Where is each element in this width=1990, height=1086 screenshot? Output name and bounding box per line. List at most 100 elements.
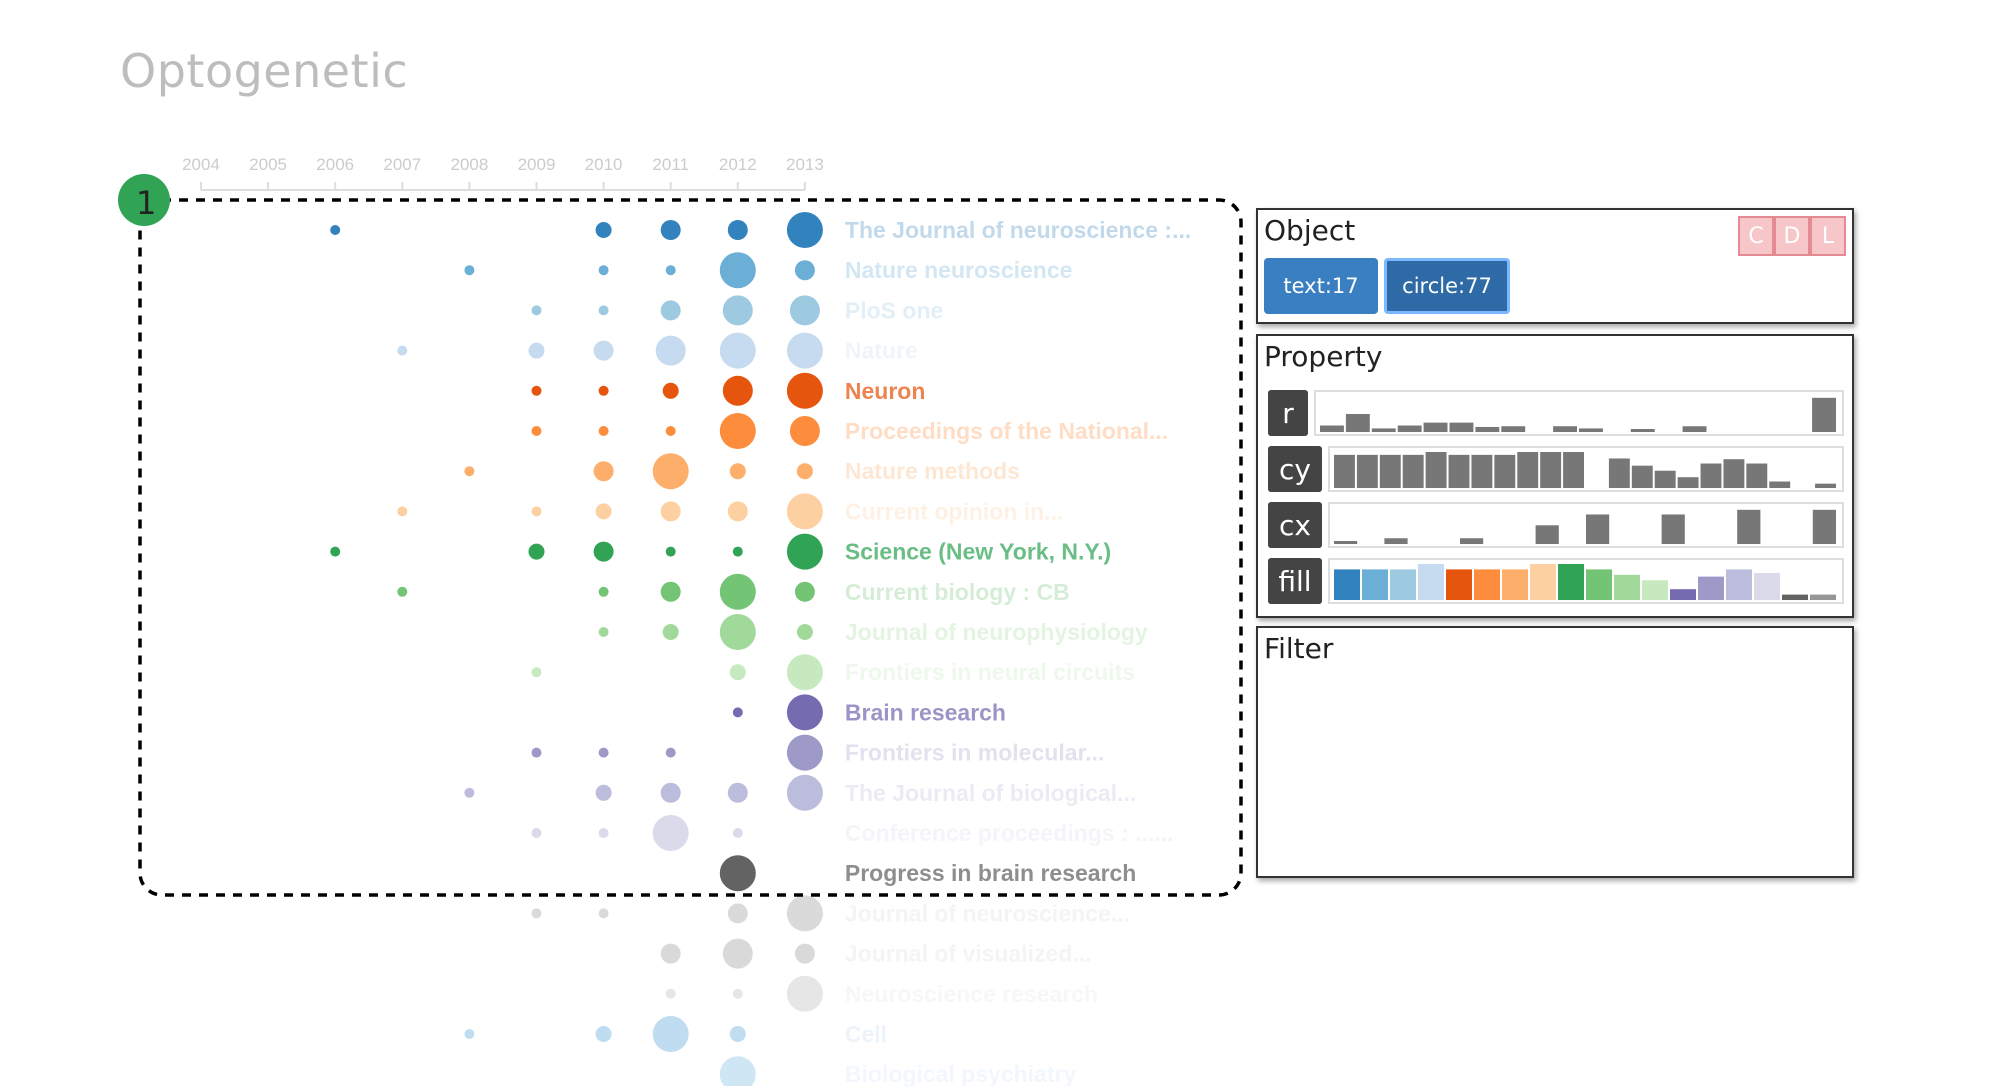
histogram-bar[interactable] xyxy=(1553,426,1577,432)
histogram-bar[interactable] xyxy=(1661,514,1685,544)
data-point[interactable] xyxy=(789,416,820,446)
histogram-bar[interactable] xyxy=(1356,454,1378,488)
data-point[interactable] xyxy=(722,295,753,326)
data-point[interactable] xyxy=(732,707,743,718)
histogram-bar[interactable] xyxy=(1475,426,1500,432)
journal-label[interactable]: Biological psychiatry xyxy=(845,1061,1077,1086)
journal-label[interactable]: Proceedings of the National... xyxy=(845,418,1168,444)
histogram-bar[interactable] xyxy=(1418,564,1444,600)
histogram-bar[interactable] xyxy=(1384,538,1408,544)
data-point[interactable] xyxy=(397,345,408,356)
data-point[interactable] xyxy=(786,372,823,409)
histogram-bar[interactable] xyxy=(1815,483,1836,488)
journal-label[interactable]: Frontiers in neural circuits xyxy=(845,659,1135,685)
data-point[interactable] xyxy=(593,340,614,361)
histogram-bar[interactable] xyxy=(1700,463,1722,488)
data-point[interactable] xyxy=(528,543,545,560)
data-point[interactable] xyxy=(531,305,542,316)
histogram-bar[interactable] xyxy=(1448,454,1470,488)
histogram-bar[interactable] xyxy=(1726,569,1752,600)
histogram-bar[interactable] xyxy=(1402,454,1424,488)
histogram-bar[interactable] xyxy=(1474,569,1500,600)
data-point[interactable] xyxy=(719,332,756,369)
data-point[interactable] xyxy=(660,220,681,240)
histogram-bar[interactable] xyxy=(1682,426,1707,432)
histogram-bar[interactable] xyxy=(1334,541,1358,544)
data-point[interactable] xyxy=(722,938,753,969)
data-point[interactable] xyxy=(719,855,756,892)
property-r-histogram[interactable] xyxy=(1314,390,1844,436)
data-point[interactable] xyxy=(794,581,815,602)
histogram-bar[interactable] xyxy=(1670,589,1696,600)
journal-label[interactable]: Journal of neuroscience... xyxy=(845,900,1130,926)
histogram-bar[interactable] xyxy=(1642,580,1668,600)
data-point[interactable] xyxy=(660,501,681,522)
histogram-bar[interactable] xyxy=(1425,452,1447,488)
data-point[interactable] xyxy=(662,624,679,640)
journal-label[interactable]: Conference proceedings : ...... xyxy=(845,820,1173,846)
data-point[interactable] xyxy=(786,654,823,691)
data-point[interactable] xyxy=(531,747,542,758)
d-button[interactable]: D xyxy=(1774,216,1810,256)
histogram-bar[interactable] xyxy=(1614,574,1640,600)
journal-label[interactable]: Journal of visualized... xyxy=(845,941,1092,967)
histogram-bar[interactable] xyxy=(1631,465,1653,488)
data-point[interactable] xyxy=(598,586,609,597)
journal-label[interactable]: Nature xyxy=(845,338,918,364)
data-point[interactable] xyxy=(598,385,609,396)
histogram-bar[interactable] xyxy=(1334,454,1355,488)
data-point[interactable] xyxy=(598,627,609,637)
data-point[interactable] xyxy=(531,426,542,436)
histogram-bar[interactable] xyxy=(1769,481,1791,488)
histogram-bar[interactable] xyxy=(1782,594,1808,600)
data-point[interactable] xyxy=(662,382,679,399)
data-point[interactable] xyxy=(660,300,681,321)
histogram-bar[interactable] xyxy=(1608,458,1630,488)
data-point[interactable] xyxy=(531,506,542,517)
data-point[interactable] xyxy=(789,295,820,326)
property-cy-label[interactable]: cy xyxy=(1268,446,1322,492)
data-point[interactable] xyxy=(598,305,609,316)
histogram-bar[interactable] xyxy=(1494,454,1516,488)
data-point[interactable] xyxy=(796,624,813,640)
data-point[interactable] xyxy=(727,903,748,924)
histogram-bar[interactable] xyxy=(1371,428,1396,432)
property-cx-histogram[interactable] xyxy=(1328,502,1844,548)
histogram-bar[interactable] xyxy=(1390,569,1416,600)
histogram-bar[interactable] xyxy=(1449,422,1474,432)
histogram-bar[interactable] xyxy=(1563,452,1584,488)
data-point[interactable] xyxy=(531,385,542,396)
histogram-bar[interactable] xyxy=(1812,509,1836,544)
data-point[interactable] xyxy=(719,252,756,289)
data-point[interactable] xyxy=(464,1029,475,1039)
histogram-bar[interactable] xyxy=(1737,509,1761,544)
data-point[interactable] xyxy=(665,747,676,758)
journal-label[interactable]: Neuron xyxy=(845,378,926,404)
journal-label[interactable]: Nature methods xyxy=(845,458,1020,484)
data-point[interactable] xyxy=(330,546,341,557)
data-point[interactable] xyxy=(652,815,689,851)
property-fill-label[interactable]: fill xyxy=(1268,558,1322,604)
property-fill-histogram[interactable] xyxy=(1328,558,1844,604)
data-point[interactable] xyxy=(531,667,542,678)
data-point[interactable] xyxy=(786,734,823,771)
journal-label[interactable]: Frontiers in molecular... xyxy=(845,740,1104,766)
data-point[interactable] xyxy=(719,413,756,449)
data-point[interactable] xyxy=(593,541,614,562)
data-point[interactable] xyxy=(727,782,748,803)
data-point[interactable] xyxy=(397,586,408,597)
data-point[interactable] xyxy=(786,774,823,811)
data-point[interactable] xyxy=(719,614,756,650)
data-point[interactable] xyxy=(397,506,408,517)
journal-label[interactable]: Neuroscience research xyxy=(845,981,1098,1007)
histogram-bar[interactable] xyxy=(1746,463,1768,488)
data-point[interactable] xyxy=(464,787,475,798)
data-point[interactable] xyxy=(786,975,823,1012)
journal-label[interactable]: Progress in brain research xyxy=(845,860,1136,886)
journal-label[interactable]: Journal of neurophysiology xyxy=(845,619,1148,645)
histogram-bar[interactable] xyxy=(1810,594,1836,600)
data-point[interactable] xyxy=(665,546,676,557)
data-point[interactable] xyxy=(652,453,689,490)
histogram-bar[interactable] xyxy=(1362,569,1388,600)
data-point[interactable] xyxy=(652,1016,689,1052)
